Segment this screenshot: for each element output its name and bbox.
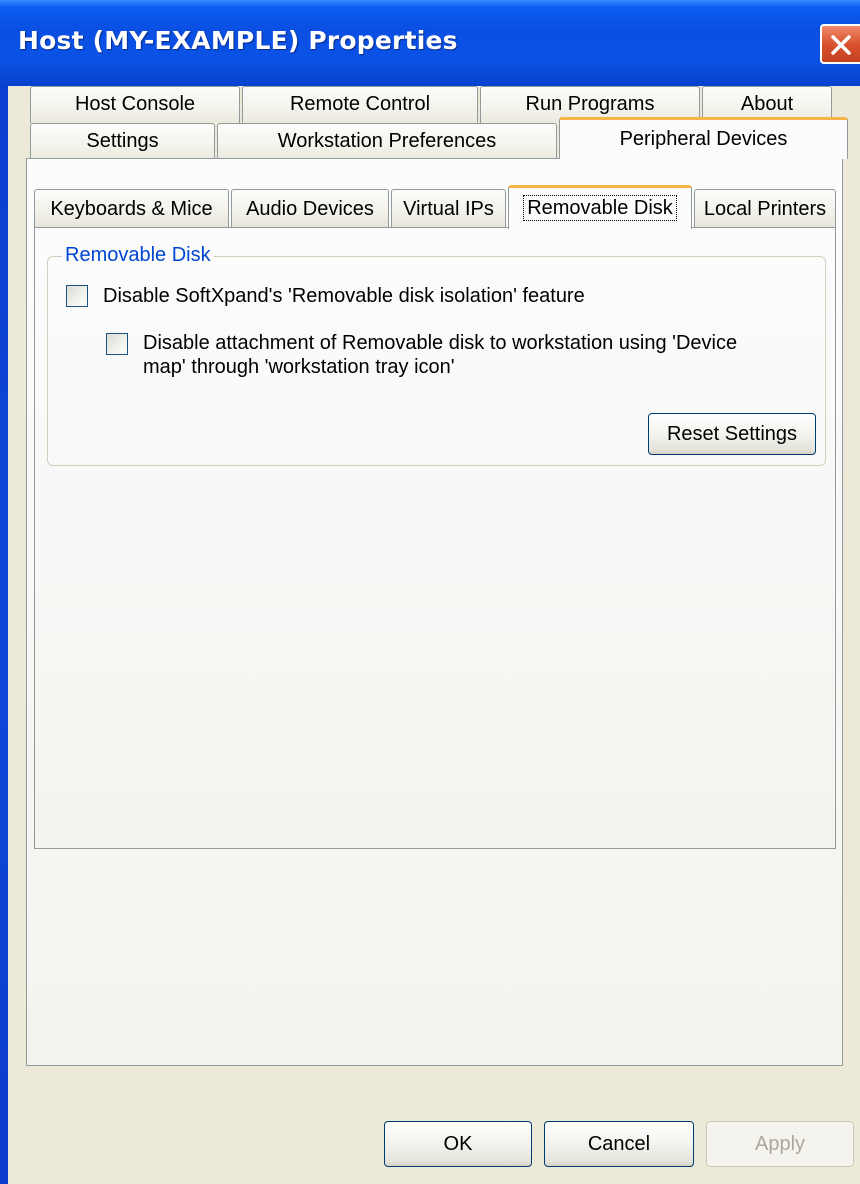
reset-settings-button[interactable]: Reset Settings <box>648 413 816 455</box>
close-icon <box>831 35 851 55</box>
tab-label: Run Programs <box>525 93 655 115</box>
tab-label: Removable Disk <box>523 195 677 221</box>
tab-label: Settings <box>86 130 159 152</box>
tab-removable-disk[interactable]: Removable Disk <box>508 185 692 229</box>
tab-peripheral-devices[interactable]: Peripheral Devices <box>559 117 848 159</box>
disable-isolation-checkbox[interactable] <box>66 285 88 307</box>
disable-isolation-label[interactable]: Disable SoftXpand's 'Removable disk isol… <box>103 284 585 308</box>
tab-label: About <box>740 93 794 115</box>
tab-label: Host Console <box>74 93 196 115</box>
window-title: Host (MY-EXAMPLE) Properties <box>18 26 458 55</box>
disable-attachment-label-line2[interactable]: map' through 'workstation tray icon' <box>143 355 455 379</box>
tab-label: Virtual IPs <box>403 198 494 220</box>
title-bar[interactable]: Host (MY-EXAMPLE) Properties <box>0 0 860 86</box>
tab-audio-devices[interactable]: Audio Devices <box>231 189 389 227</box>
ok-button[interactable]: OK <box>384 1121 532 1167</box>
tab-keyboards-mice[interactable]: Keyboards & Mice <box>34 189 229 227</box>
tab-local-printers[interactable]: Local Printers <box>694 189 836 227</box>
tab-settings[interactable]: Settings <box>30 123 215 160</box>
tab-label: Peripheral Devices <box>619 128 788 150</box>
cancel-button[interactable]: Cancel <box>544 1121 694 1167</box>
tab-label: Workstation Preferences <box>277 130 497 152</box>
close-button[interactable] <box>820 24 860 64</box>
tab-host-console[interactable]: Host Console <box>30 86 240 123</box>
tab-label: Remote Control <box>289 93 431 115</box>
tab-label: Keyboards & Mice <box>50 198 213 220</box>
tab-remote-control[interactable]: Remote Control <box>242 86 478 123</box>
apply-button: Apply <box>706 1121 854 1167</box>
tab-workstation-preferences[interactable]: Workstation Preferences <box>217 123 557 160</box>
disable-attachment-label-line1[interactable]: Disable attachment of Removable disk to … <box>143 331 737 355</box>
tab-virtual-ips[interactable]: Virtual IPs <box>391 189 506 227</box>
tab-label: Local Printers <box>703 198 827 220</box>
properties-window: Host (MY-EXAMPLE) Properties Host Consol… <box>0 0 860 1184</box>
groupbox-title: Removable Disk <box>62 244 214 267</box>
disable-attachment-checkbox[interactable] <box>106 333 128 355</box>
tab-label: Audio Devices <box>246 198 374 220</box>
